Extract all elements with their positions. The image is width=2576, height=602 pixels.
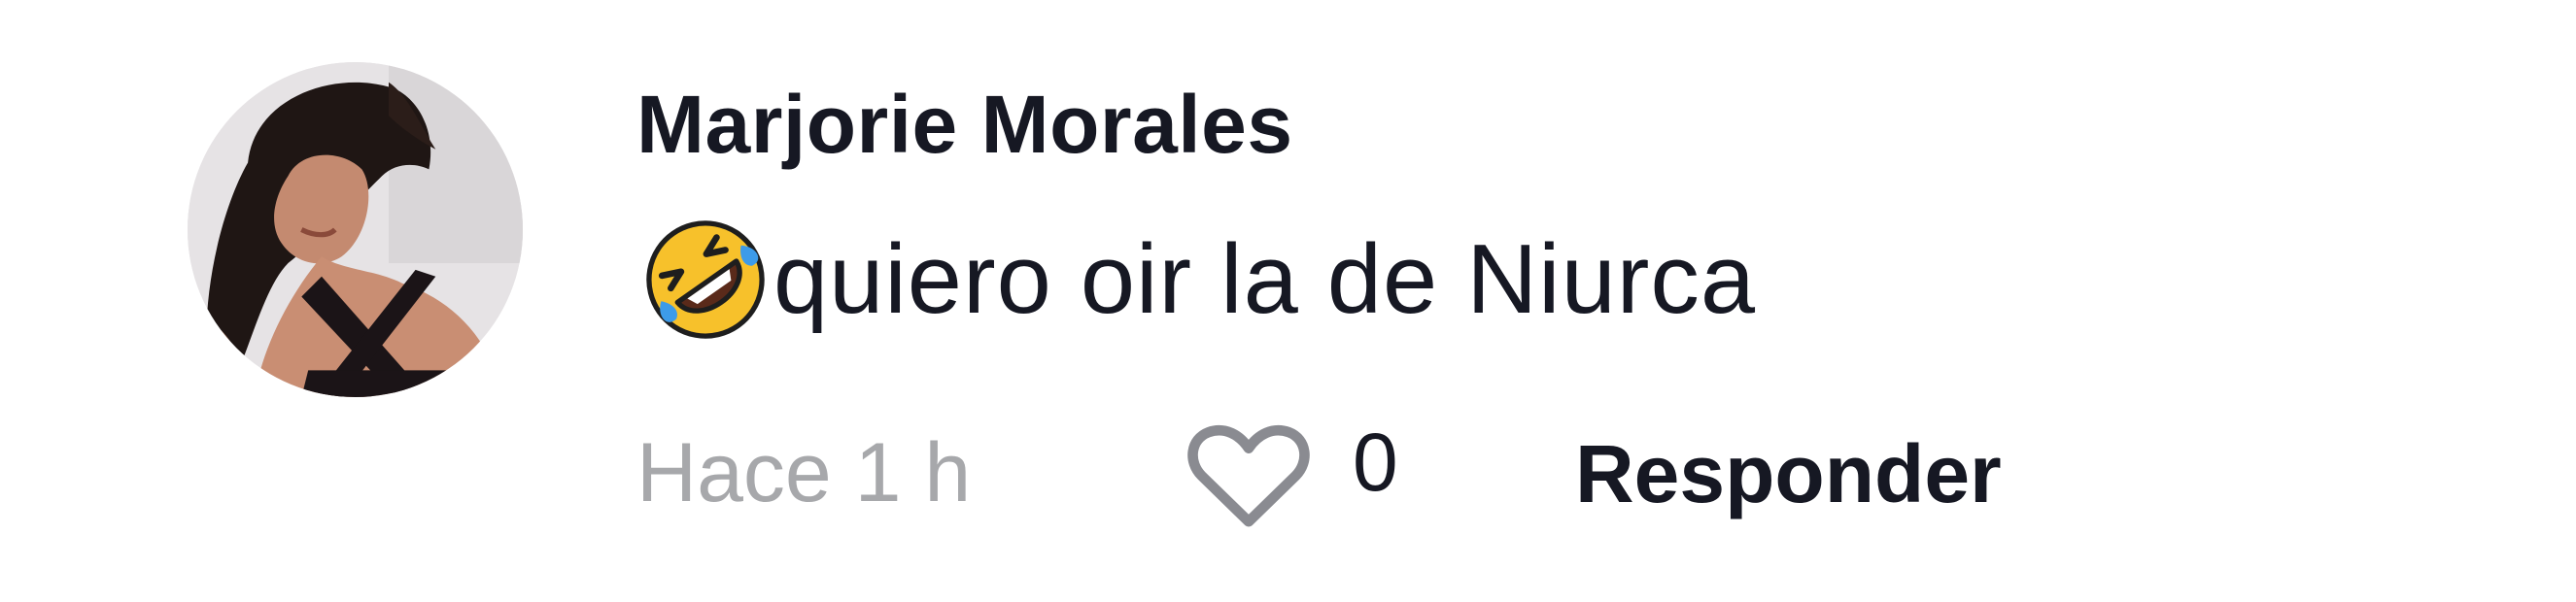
comment-actions: Hace 1 h 0 Responder <box>636 416 2288 534</box>
comment-item: Marjorie Morales quiero oir la de Niurca… <box>0 0 2576 602</box>
comment-text: quiero oir la de Niurca <box>773 224 1757 334</box>
reply-button[interactable]: Responder <box>1575 427 2002 521</box>
avatar[interactable] <box>188 62 523 397</box>
rolling-laughing-emoji-icon <box>641 216 770 344</box>
avatar-photo <box>188 62 523 397</box>
comment-body: quiero oir la de Niurca <box>641 212 1756 348</box>
heart-outline-icon[interactable] <box>1185 418 1312 533</box>
like-count: 0 <box>1353 416 1398 508</box>
like-button[interactable]: 0 <box>1185 416 1398 534</box>
comment-author[interactable]: Marjorie Morales <box>636 78 1293 172</box>
comment-timestamp: Hace 1 h <box>636 426 972 519</box>
